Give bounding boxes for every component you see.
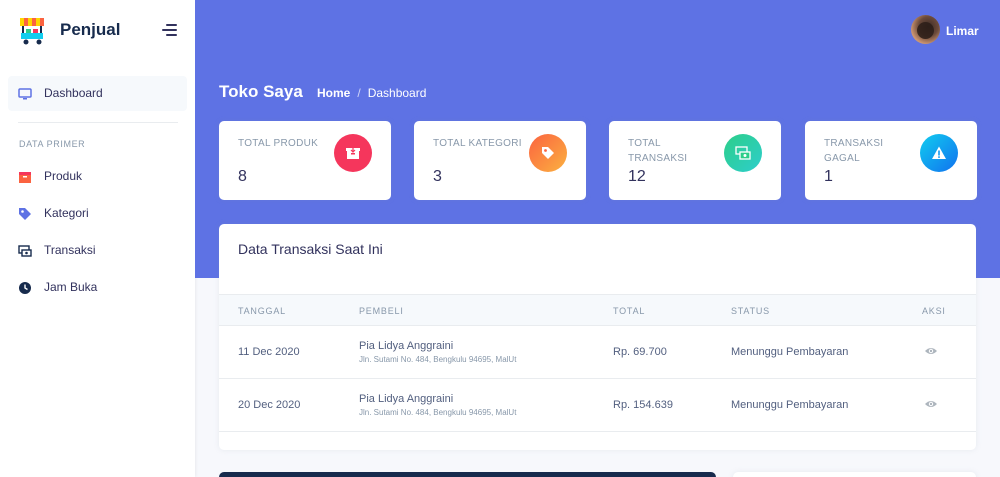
sidebar-divider	[18, 122, 178, 123]
sidebar-item-dashboard[interactable]: Dashboard	[8, 76, 187, 111]
money-transfer-icon	[18, 245, 32, 257]
avatar[interactable]	[911, 15, 940, 44]
stat-card-total-kategori: TOTAL KATEGORI 3	[414, 121, 586, 200]
sidebar-item-jam-buka[interactable]: Jam Buka	[8, 270, 187, 305]
cell-buyer: Pia Lidya Anggraini	[359, 393, 454, 405]
market-stall-icon	[20, 18, 44, 45]
sidebar-item-label: Kategori	[44, 206, 89, 220]
breadcrumb-current: Dashboard	[367, 86, 427, 100]
page-title: Toko Saya	[219, 82, 303, 101]
table-header: TANGGAL PEMBELI TOTAL STATUS AKSI	[219, 294, 976, 326]
breadcrumb: Home / Dashboard	[317, 86, 426, 100]
stat-card-total-transaksi: TOTAL TRANSAKSI 12	[609, 121, 781, 200]
archive-icon	[334, 134, 372, 172]
eye-icon[interactable]	[924, 346, 938, 356]
user-name[interactable]: Limar	[946, 24, 979, 38]
sidebar-item-transaksi[interactable]: Transaksi	[8, 233, 187, 268]
breadcrumb-home[interactable]: Home	[317, 86, 350, 100]
monitor-icon	[18, 88, 32, 100]
sidebar-item-label: Transaksi	[44, 243, 96, 257]
stat-title: TOTAL TRANSAKSI	[628, 138, 688, 164]
dark-card-partial	[219, 472, 716, 477]
stat-card-total-produk: TOTAL PRODUK 8	[219, 121, 391, 200]
sidebar: Penjual Dashboard DATA PRIMER Produk Kat…	[0, 0, 195, 477]
sidebar-item-label: Produk	[44, 169, 83, 183]
cell-buyer: Pia Lidya Anggraini	[359, 340, 454, 352]
stat-card-transaksi-gagal: TRANSAKSI GAGAL 1	[805, 121, 977, 200]
column-header-status: STATUS	[731, 306, 770, 316]
brand-name: Penjual	[60, 20, 121, 39]
sidebar-item-produk[interactable]: Produk	[8, 159, 187, 194]
menu-toggle-button[interactable]	[162, 24, 177, 36]
sidebar-section-heading: DATA PRIMER	[19, 139, 86, 149]
cell-address: Jln. Sutami No. 484, Bengkulu 94695, Mal…	[359, 408, 517, 417]
stat-value: 12	[628, 168, 646, 185]
stat-title: TOTAL KATEGORI	[433, 138, 522, 149]
eye-icon[interactable]	[924, 399, 938, 409]
sidebar-item-kategori[interactable]: Kategori	[8, 196, 187, 231]
transactions-card: Data Transaksi Saat Ini TANGGAL PEMBELI …	[219, 224, 976, 450]
sidebar-item-label: Dashboard	[44, 86, 103, 100]
tag-icon	[19, 208, 31, 220]
column-header-pembeli: PEMBELI	[359, 306, 404, 316]
cell-total: Rp. 69.700	[613, 346, 667, 358]
cell-address: Jln. Sutami No. 484, Bengkulu 94695, Mal…	[359, 355, 517, 364]
sidebar-item-label: Jam Buka	[44, 280, 98, 294]
warning-icon	[920, 134, 958, 172]
column-header-total: TOTAL	[613, 306, 646, 316]
clock-icon	[19, 282, 31, 294]
stat-title: TRANSAKSI GAGAL	[824, 138, 884, 164]
stat-value: 8	[238, 168, 247, 185]
table-row: 11 Dec 2020 Pia Lidya Anggraini Jln. Sut…	[219, 326, 976, 379]
tag-icon	[529, 134, 567, 172]
hamburger-line	[166, 34, 177, 36]
table-row: 20 Dec 2020 Pia Lidya Anggraini Jln. Sut…	[219, 379, 976, 432]
column-header-aksi: AKSI	[922, 306, 946, 316]
hamburger-line	[162, 29, 177, 31]
cell-total: Rp. 154.639	[613, 399, 673, 411]
breadcrumb-separator: /	[357, 86, 361, 100]
cell-date: 11 Dec 2020	[238, 346, 300, 358]
cell-status: Menunggu Pembayaran	[731, 399, 849, 411]
light-card-partial	[733, 472, 976, 477]
hamburger-line	[166, 24, 177, 26]
transactions-title: Data Transaksi Saat Ini	[238, 241, 383, 257]
cell-status: Menunggu Pembayaran	[731, 346, 849, 358]
stat-title: TOTAL PRODUK	[238, 138, 319, 149]
stat-value: 3	[433, 168, 442, 185]
money-icon	[724, 134, 762, 172]
column-header-tanggal: TANGGAL	[238, 306, 286, 316]
box-icon	[19, 172, 31, 183]
cell-date: 20 Dec 2020	[238, 399, 301, 411]
stat-value: 1	[824, 168, 833, 185]
